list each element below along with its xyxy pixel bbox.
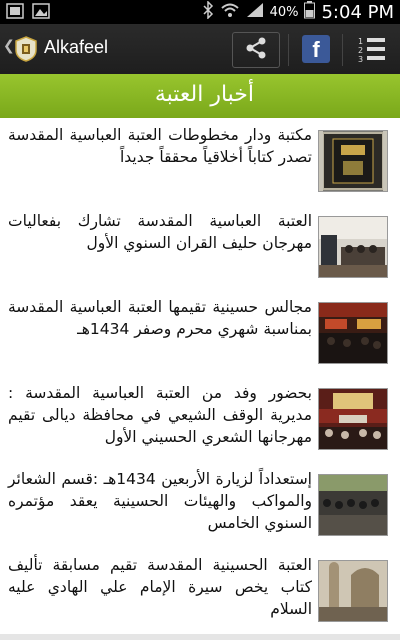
news-item[interactable]: مجالس حسينية تقيمها العتبة العباسية المق… (0, 290, 400, 378)
svg-text:1: 1 (358, 37, 363, 46)
alkafeel-logo[interactable] (14, 36, 38, 62)
svg-text:2: 2 (358, 46, 363, 55)
news-title: مكتبة ودار مخطوطات العتبة العباسية المقد… (8, 126, 312, 166)
signal-icon (246, 2, 264, 22)
news-thumbnail (318, 130, 388, 192)
list-end-bar (0, 634, 400, 640)
news-title: العتبة الحسينية المقدسة تقيم مسابقة تألي… (8, 556, 312, 618)
share-icon (244, 36, 268, 64)
news-thumbnail (318, 388, 388, 450)
clock: 5:04 PM (321, 1, 394, 23)
back-icon[interactable]: ❮ (3, 38, 15, 54)
facebook-button[interactable]: f (302, 35, 330, 63)
svg-text:3: 3 (358, 55, 363, 64)
wifi-icon (220, 2, 240, 22)
news-item[interactable]: العتبة الحسينية المقدسة تقيم مسابقة تألي… (0, 548, 400, 636)
divider (342, 34, 343, 66)
news-thumbnail (318, 560, 388, 622)
gallery-icon (6, 3, 24, 23)
news-item[interactable]: العتبة العباسية المقدسة تشارك بفعاليات م… (0, 204, 400, 292)
news-item[interactable]: بحضور وفد من العتبة العباسية المقدسة : م… (0, 376, 400, 464)
battery-icon (304, 1, 316, 23)
news-title: مجالس حسينية تقيمها العتبة العباسية المق… (8, 298, 312, 338)
news-thumbnail (318, 302, 388, 364)
section-header: أخبار العتبة (0, 74, 400, 118)
news-title: بحضور وفد من العتبة العباسية المقدسة : م… (8, 384, 312, 446)
battery-percent: 40% (269, 4, 299, 20)
status-bar: 40% 5:04 PM (0, 0, 400, 24)
divider (288, 34, 289, 66)
section-title: أخبار العتبة (154, 82, 254, 107)
news-item[interactable]: مكتبة ودار مخطوطات العتبة العباسية المقد… (0, 118, 400, 206)
news-thumbnail (318, 474, 388, 536)
news-title: إستعداداً لزيارة الأربعين 1434هـ :قسم ال… (8, 470, 312, 532)
news-title: العتبة العباسية المقدسة تشارك بفعاليات م… (8, 212, 312, 252)
news-thumbnail (318, 216, 388, 278)
bluetooth-icon (202, 0, 214, 23)
app-action-bar: ❮ Alkafeel f 1 2 3 (0, 24, 400, 75)
app-title: Alkafeel (44, 37, 109, 57)
news-item[interactable]: إستعداداً لزيارة الأربعين 1434هـ :قسم ال… (0, 462, 400, 550)
image-icon (32, 3, 50, 23)
numbered-menu-button[interactable]: 1 2 3 (358, 35, 388, 65)
numbered-list-icon: 1 2 3 (358, 37, 388, 69)
share-button[interactable] (232, 32, 280, 68)
